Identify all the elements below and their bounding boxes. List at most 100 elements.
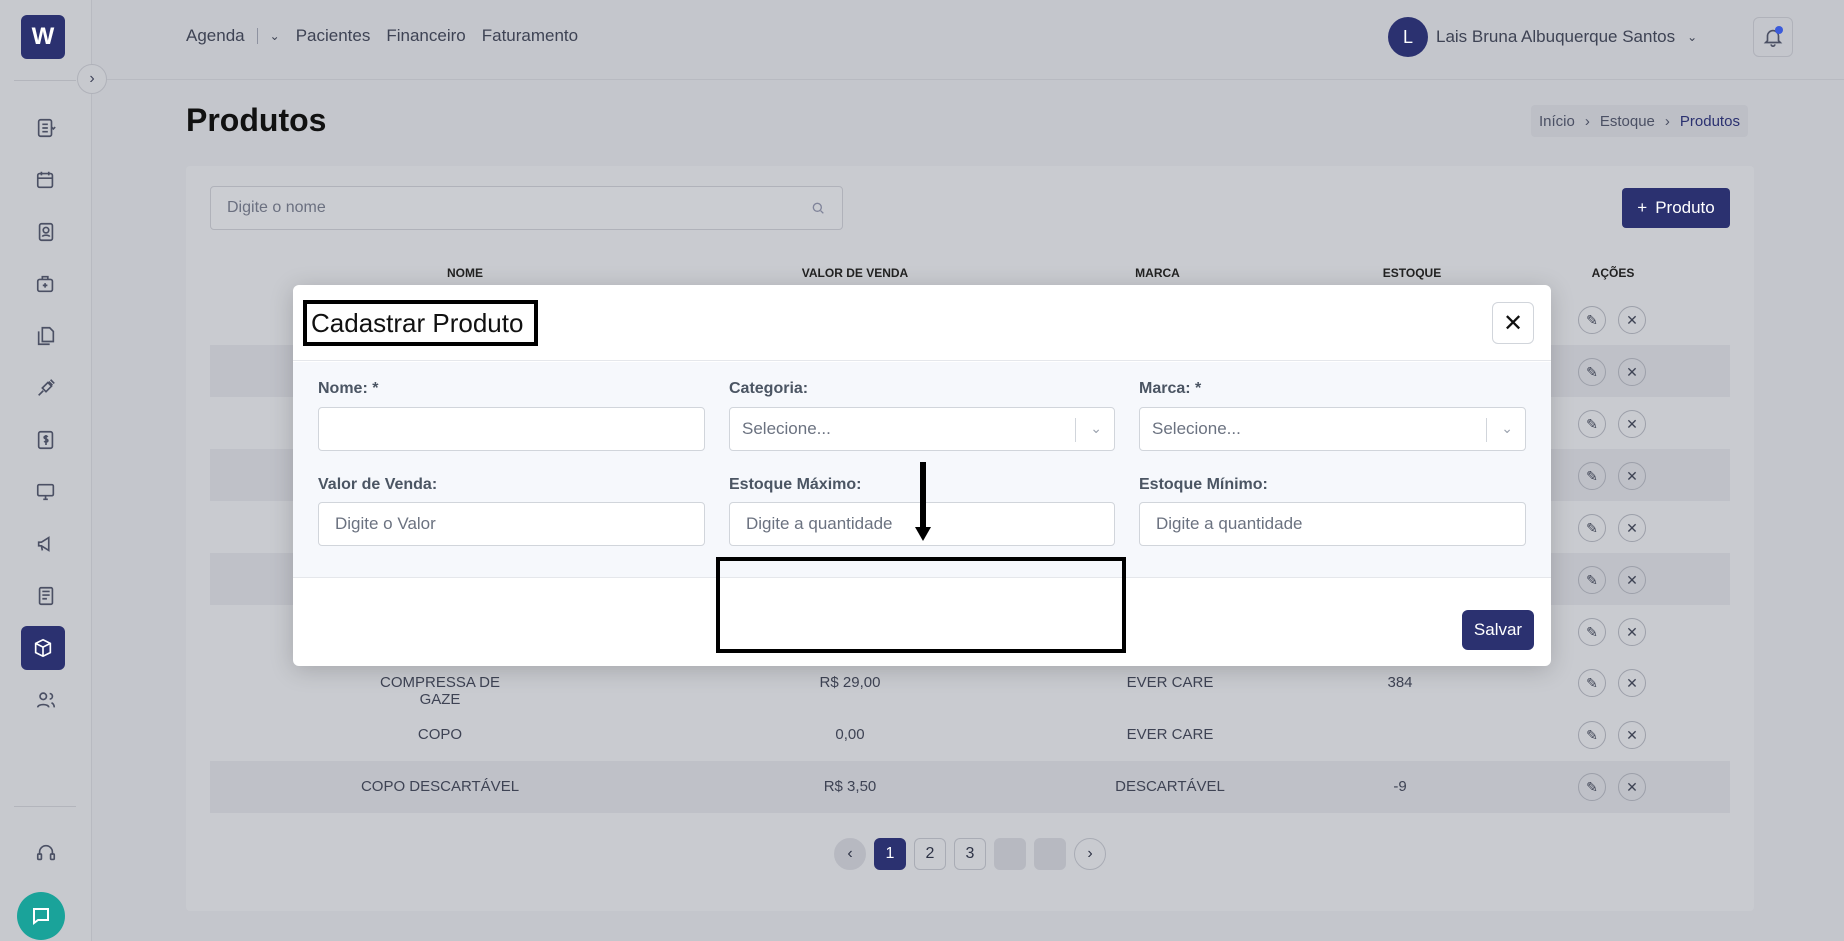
sidebar-item-documents[interactable] bbox=[26, 321, 66, 351]
nav-item-faturamento[interactable]: Faturamento bbox=[482, 26, 578, 46]
select-divider bbox=[1486, 418, 1487, 442]
valor-venda-label: Valor de Venda: bbox=[318, 476, 438, 493]
sidebar-item-reports[interactable] bbox=[26, 581, 66, 611]
top-navigation: Agenda ⌄ Pacientes Financeiro Faturament… bbox=[186, 26, 578, 46]
delete-icon[interactable]: ✕ bbox=[1618, 306, 1646, 334]
cell-marca: EVER CARE bbox=[1126, 674, 1214, 691]
search-input[interactable]: Digite o nome bbox=[210, 186, 843, 230]
page-button[interactable]: 2 bbox=[914, 838, 946, 870]
save-button[interactable]: Salvar bbox=[1462, 610, 1534, 650]
edit-icon[interactable]: ✎ bbox=[1578, 721, 1606, 749]
annotation-arrow-head bbox=[915, 527, 931, 541]
edit-icon[interactable]: ✎ bbox=[1578, 410, 1606, 438]
chevron-down-icon[interactable]: ⌄ bbox=[270, 29, 280, 43]
edit-icon[interactable]: ✎ bbox=[1578, 618, 1606, 646]
nav-item-financeiro[interactable]: Financeiro bbox=[386, 26, 465, 46]
box-icon bbox=[34, 638, 52, 658]
cell-estoque: 384 bbox=[1387, 674, 1413, 691]
modal-title: Cadastrar Produto bbox=[303, 300, 538, 346]
nome-field[interactable] bbox=[318, 407, 705, 451]
chevron-down-icon: ⌄ bbox=[1687, 30, 1698, 44]
newspaper-icon bbox=[38, 586, 54, 606]
edit-icon[interactable]: ✎ bbox=[1578, 514, 1606, 542]
close-button[interactable]: ✕ bbox=[1492, 302, 1534, 344]
sidebar-item-devices[interactable] bbox=[26, 477, 66, 507]
list-icon bbox=[37, 118, 56, 138]
sidebar-item-support[interactable] bbox=[26, 838, 66, 868]
column-header-nome: NOME bbox=[447, 266, 483, 280]
page-title: Produtos bbox=[186, 102, 327, 138]
delete-icon[interactable]: ✕ bbox=[1618, 462, 1646, 490]
delete-icon[interactable]: ✕ bbox=[1618, 721, 1646, 749]
sidebar-item-medical[interactable] bbox=[26, 269, 66, 299]
delete-icon[interactable]: ✕ bbox=[1618, 566, 1646, 594]
delete-icon[interactable]: ✕ bbox=[1618, 773, 1646, 801]
syringe-icon bbox=[38, 379, 55, 396]
annotation-arrow bbox=[920, 462, 926, 530]
user-name: Lais Bruna Albuquerque Santos bbox=[1436, 27, 1676, 46]
valor-venda-field[interactable]: Digite o Valor bbox=[318, 502, 705, 546]
column-header-valor: VALOR DE VENDA bbox=[801, 266, 909, 280]
categoria-placeholder: Selecione... bbox=[742, 419, 831, 438]
table-row[interactable]: COPO DESCARTÁVEL R$ 3,50 DESCARTÁVEL -9 … bbox=[210, 761, 1730, 813]
sidebar-item-finance[interactable] bbox=[26, 425, 66, 455]
notifications-button[interactable] bbox=[1753, 17, 1793, 57]
sidebar-item-patients[interactable] bbox=[26, 217, 66, 247]
chevron-down-icon: ⌄ bbox=[1090, 420, 1102, 436]
sidebar-item-procedures[interactable] bbox=[26, 373, 66, 403]
avatar: L bbox=[1388, 17, 1428, 57]
user-menu[interactable]: L Lais Bruna Albuquerque Santos ⌄ bbox=[1388, 17, 1697, 57]
chat-button[interactable] bbox=[17, 892, 65, 940]
delete-icon[interactable]: ✕ bbox=[1618, 410, 1646, 438]
modal-body: Nome: * Categoria: Selecione... ⌄ Marca:… bbox=[293, 362, 1551, 653]
sidebar-item-marketing[interactable] bbox=[26, 529, 66, 559]
chevron-right-icon: › bbox=[1584, 112, 1590, 130]
edit-icon[interactable]: ✎ bbox=[1578, 358, 1606, 386]
page-button[interactable] bbox=[1034, 838, 1066, 870]
categoria-select[interactable]: Selecione... ⌄ bbox=[729, 407, 1115, 451]
app-logo[interactable]: W bbox=[21, 15, 65, 59]
breadcrumb-current: Produtos bbox=[1679, 112, 1740, 130]
delete-icon[interactable]: ✕ bbox=[1618, 618, 1646, 646]
edit-icon[interactable]: ✎ bbox=[1578, 306, 1606, 334]
edit-icon[interactable]: ✎ bbox=[1578, 566, 1606, 594]
table-row[interactable]: COPO 0,00 EVER CARE ✎ ✕ bbox=[210, 709, 1730, 761]
breadcrumb-home[interactable]: Início bbox=[1539, 113, 1575, 130]
sidebar-item-stock[interactable] bbox=[21, 626, 65, 670]
estoque-minimo-field[interactable]: Digite a quantidade bbox=[1139, 502, 1526, 546]
delete-icon[interactable]: ✕ bbox=[1618, 669, 1646, 697]
edit-icon[interactable]: ✎ bbox=[1578, 669, 1606, 697]
marca-select[interactable]: Selecione... ⌄ bbox=[1139, 407, 1526, 451]
sidebar-item-users[interactable] bbox=[26, 685, 66, 715]
nome-label: Nome: * bbox=[318, 380, 379, 397]
categoria-label: Categoria: bbox=[729, 380, 809, 397]
chevron-right-icon: › bbox=[89, 70, 95, 87]
nav-item-agenda[interactable]: Agenda bbox=[186, 26, 245, 46]
monitor-icon bbox=[36, 483, 55, 501]
cell-valor: R$ 3,50 bbox=[823, 778, 877, 795]
breadcrumb-estoque[interactable]: Estoque bbox=[1600, 113, 1655, 130]
page-button[interactable] bbox=[994, 838, 1026, 870]
nav-divider bbox=[256, 28, 258, 44]
nav-item-pacientes[interactable]: Pacientes bbox=[296, 26, 371, 46]
sidebar-item-records[interactable] bbox=[26, 113, 66, 143]
top-bar: Agenda ⌄ Pacientes Financeiro Faturament… bbox=[92, 0, 1844, 80]
sidebar-item-agenda[interactable] bbox=[26, 165, 66, 195]
page-button[interactable]: 3 bbox=[954, 838, 986, 870]
users-icon bbox=[36, 692, 56, 708]
delete-icon[interactable]: ✕ bbox=[1618, 358, 1646, 386]
close-icon: ✕ bbox=[1502, 309, 1524, 337]
edit-icon[interactable]: ✎ bbox=[1578, 773, 1606, 801]
next-page-button[interactable]: › bbox=[1074, 838, 1106, 870]
add-product-button[interactable]: + Produto bbox=[1622, 188, 1730, 228]
cell-marca: EVER CARE bbox=[1126, 726, 1214, 743]
delete-icon[interactable]: ✕ bbox=[1618, 514, 1646, 542]
highlight-box bbox=[716, 557, 1126, 653]
edit-icon[interactable]: ✎ bbox=[1578, 462, 1606, 490]
sidebar-expand-button[interactable]: › bbox=[77, 64, 107, 94]
previous-page-button[interactable]: ‹ bbox=[834, 838, 866, 870]
cell-nome: COPO DESCARTÁVEL bbox=[360, 778, 520, 795]
sidebar-divider bbox=[14, 806, 76, 807]
page-button[interactable]: 1 bbox=[874, 838, 906, 870]
modal-header: Cadastrar Produto ✕ bbox=[293, 285, 1551, 361]
